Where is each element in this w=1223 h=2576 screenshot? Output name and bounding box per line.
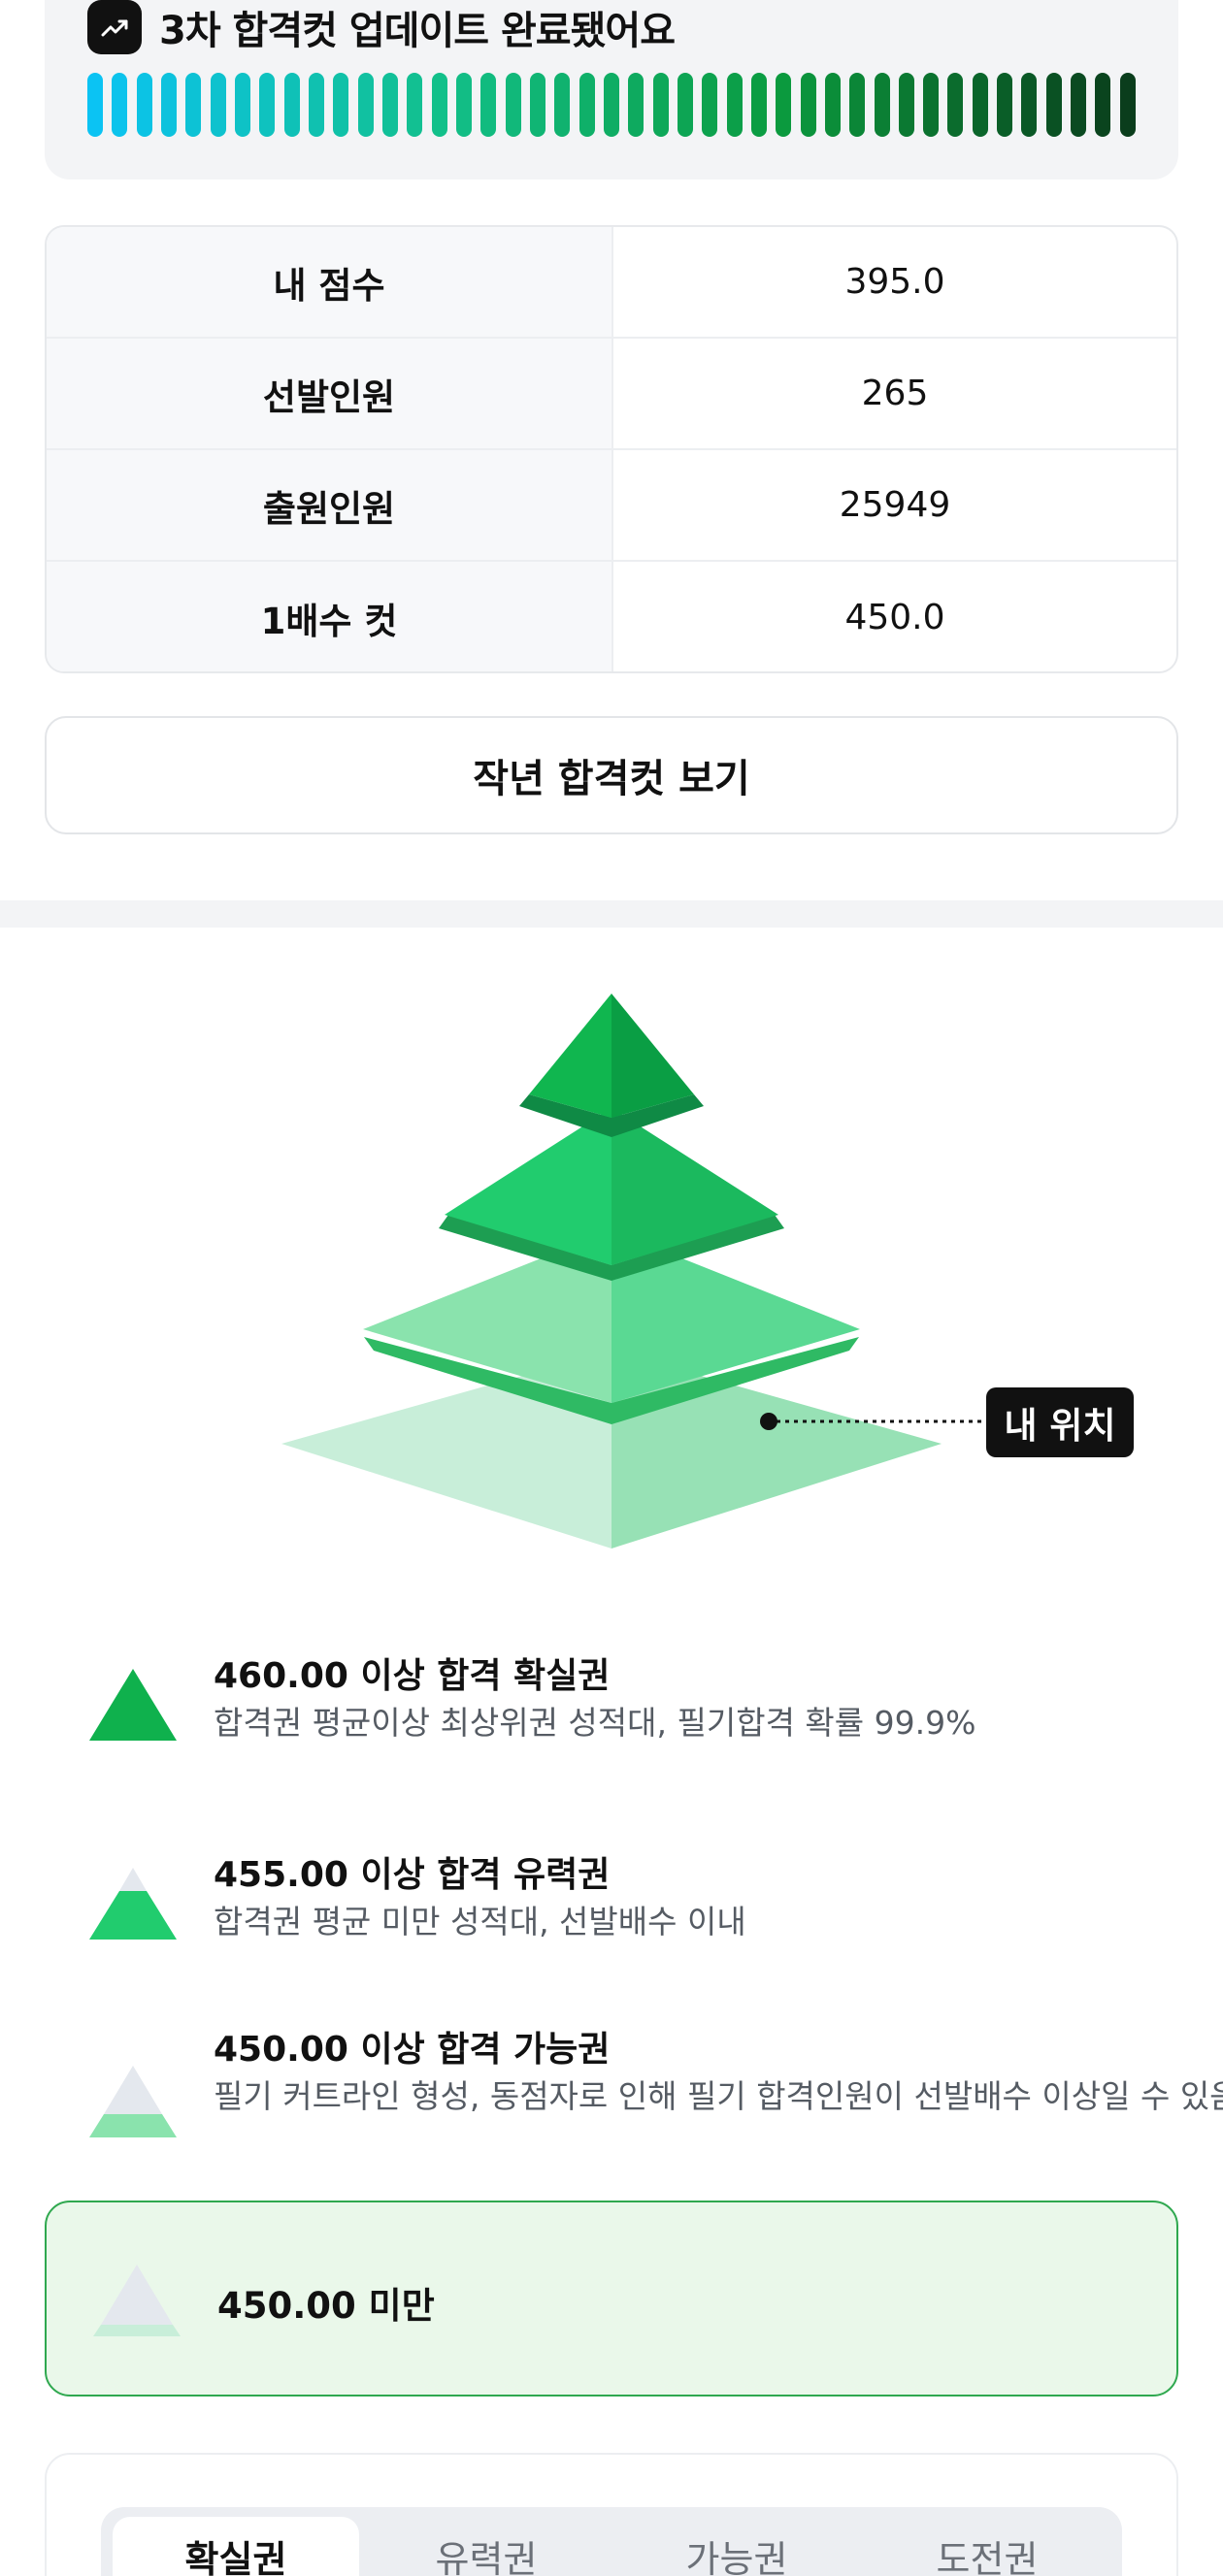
progress-bar-segment (972, 73, 988, 137)
legend-item-possible: 450.00 이상 합격 가능권 필기 커트라인 형성, 동점자로 인해 필기 … (87, 2013, 1223, 2188)
stats-row-cutoff: 1배수 컷 450.0 (47, 562, 1176, 671)
progress-bar-segment (234, 73, 250, 137)
last-year-cutoff-button[interactable]: 작년 합격컷 보기 (45, 716, 1178, 834)
progress-bar-segment (997, 73, 1013, 137)
legend-title: 460.00 이상 합격 확실권 (214, 1656, 611, 1696)
progress-bar-segment (1045, 73, 1062, 137)
pyramid-tier-2-icon (89, 1868, 177, 1940)
stats-row-applicant-count: 출원인원 25949 (47, 450, 1176, 562)
stats-value: 265 (861, 374, 929, 413)
update-banner-title: 3차 합격컷 업데이트 완료됐어요 (159, 9, 676, 53)
stats-value: 25949 (839, 485, 951, 525)
progress-bar-segment (283, 73, 300, 137)
trend-up-icon (87, 0, 142, 54)
progress-bar-segment (628, 73, 645, 137)
legend-item-certain: 460.00 이상 합격 확실권 합격권 평균이상 최상위권 성적대, 필기합격… (87, 1640, 1174, 1785)
stats-label: 내 점수 (47, 227, 613, 337)
pyramid-tier-3-icon (89, 2066, 177, 2137)
progress-bar-segment (750, 73, 767, 137)
progress-bar-segment (824, 73, 841, 137)
progress-bar-segment (1095, 73, 1111, 137)
legend-desc: 합격권 평균이상 최상위권 성적대, 필기합격 확률 99.9% (214, 1704, 976, 1742)
progress-bar-segment (357, 73, 374, 137)
progress-bar-segment (923, 73, 940, 137)
pyramid-tier-4-icon (93, 2265, 181, 2336)
tab-likely[interactable]: 유력권 (363, 2517, 610, 2576)
progress-bar-segment (87, 73, 103, 137)
pyramid-chart (281, 994, 986, 1549)
progress-bar-segment (431, 73, 447, 137)
progress-bar-segment (702, 73, 718, 137)
tab-possible[interactable]: 가능권 (613, 2517, 860, 2576)
progress-bar-segment (1119, 73, 1136, 137)
progress-bar-segment (333, 73, 349, 137)
progress-bar-segment (1071, 73, 1087, 137)
progress-bar-segment (407, 73, 423, 137)
update-banner: 3차 합격컷 업데이트 완료됐어요 (45, 0, 1178, 179)
progress-bar-segment (677, 73, 693, 137)
progress-bar-segment (947, 73, 964, 137)
progress-bar-segment (381, 73, 398, 137)
progress-bar-segment (210, 73, 226, 137)
stats-row-selection-count: 선발인원 265 (47, 339, 1176, 450)
update-banner-header: 3차 합격컷 업데이트 완료됐어요 (87, 0, 676, 54)
section-divider (0, 900, 1223, 928)
progress-bar-segment (160, 73, 177, 137)
progress-bar-segment (505, 73, 521, 137)
stats-row-my-score: 내 점수 395.0 (47, 227, 1176, 339)
progress-bar-segment (259, 73, 276, 137)
progress-bar-segment (726, 73, 743, 137)
progress-bar-segment (776, 73, 792, 137)
below-cutoff-card[interactable]: 450.00 미만 (45, 2201, 1178, 2397)
legend-desc: 필기 커트라인 형성, 동점자로 인해 필기 합격인원이 선발배수 이상일 수 … (214, 2077, 1223, 2115)
progress-bar-segment (308, 73, 324, 137)
stats-value: 450.0 (844, 598, 945, 637)
stats-label: 1배수 컷 (47, 562, 613, 671)
stats-label: 출원인원 (47, 450, 613, 560)
progress-bar-segment (529, 73, 545, 137)
progress-bars (87, 73, 1136, 137)
progress-bar-segment (455, 73, 472, 137)
stats-label: 선발인원 (47, 339, 613, 448)
below-cutoff-title: 450.00 미만 (217, 2285, 435, 2327)
legend-title: 455.00 이상 합격 유력권 (214, 1855, 611, 1895)
progress-bar-segment (1021, 73, 1038, 137)
legend-item-likely: 455.00 이상 합격 유력권 합격권 평균 미만 성적대, 선발배수 이내 (87, 1839, 1174, 1984)
progress-bar-segment (136, 73, 152, 137)
progress-bar-segment (554, 73, 571, 137)
progress-bar-segment (578, 73, 595, 137)
stats-value: 395.0 (844, 262, 945, 302)
my-position-dot (760, 1413, 777, 1430)
progress-bar-segment (480, 73, 497, 137)
progress-bar-segment (874, 73, 890, 137)
progress-bar-segment (603, 73, 619, 137)
legend-desc: 합격권 평균 미만 성적대, 선발배수 이내 (214, 1903, 746, 1940)
pyramid-tier-1-icon (89, 1669, 177, 1741)
tab-certain[interactable]: 확실권 (113, 2517, 359, 2576)
progress-bar-segment (112, 73, 128, 137)
stats-table: 내 점수 395.0 선발인원 265 출원인원 25949 1배수 컷 450… (45, 225, 1178, 673)
legend-title: 450.00 이상 합격 가능권 (214, 2030, 611, 2070)
progress-bar-segment (800, 73, 816, 137)
progress-bar-segment (849, 73, 866, 137)
progress-bar-segment (652, 73, 669, 137)
progress-bar-segment (185, 73, 202, 137)
tab-challenge[interactable]: 도전권 (864, 2517, 1110, 2576)
my-position-tag: 내 위치 (986, 1387, 1134, 1457)
progress-bar-segment (898, 73, 914, 137)
